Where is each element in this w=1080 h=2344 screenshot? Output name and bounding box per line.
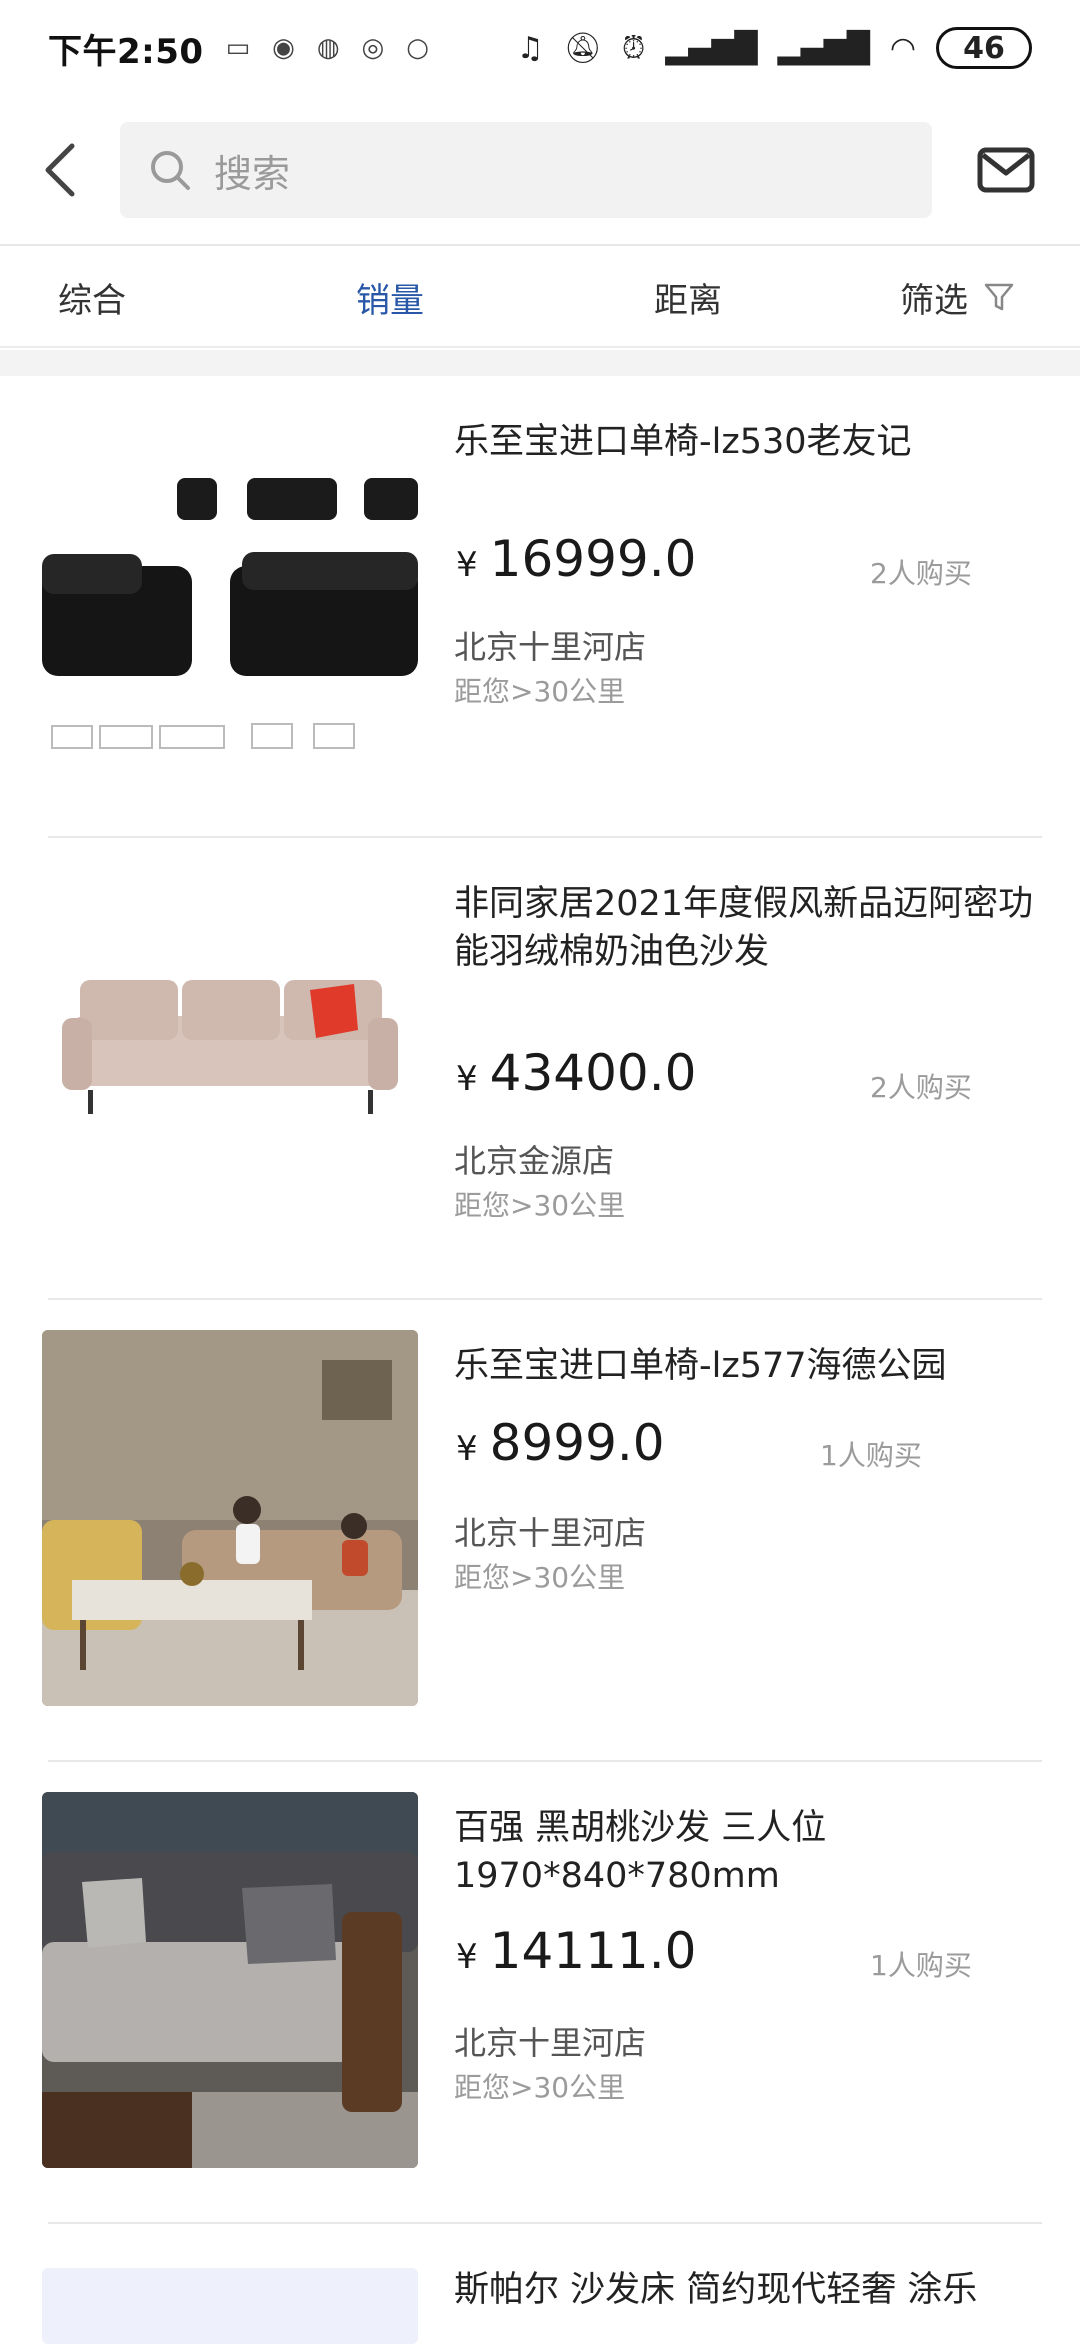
sold-count: 2人购买 <box>870 557 972 590</box>
notification-icon: ◍ <box>316 33 340 63</box>
product-title: 乐至宝进口单椅-lz577海德公园 <box>454 1346 947 1386</box>
price-value: 8999.0 <box>489 1414 665 1472</box>
battery-icon: 46 <box>936 27 1032 69</box>
price-value: 16999.0 <box>489 530 697 588</box>
product-item[interactable]: 非同家居2021年度假风新品迈阿密功能羽绒棉奶油色沙发 ¥ 43400.0 2人… <box>0 838 1080 1300</box>
wifi-icon: ◠ <box>889 30 916 66</box>
product-item[interactable]: 乐至宝进口单椅-lz577海德公园 ¥ 8999.0 1人购买 北京十里河店 距… <box>0 1300 1080 1762</box>
search-placeholder: 搜索 <box>214 151 291 196</box>
product-image <box>42 406 418 782</box>
notification-icon: ◉ <box>272 33 295 63</box>
currency-symbol: ¥ <box>456 1059 478 1099</box>
product-price: ¥ 43400.0 <box>456 1044 696 1102</box>
signal-icon: ▂▄▆█ <box>665 30 758 66</box>
currency-symbol: ¥ <box>456 1937 478 1977</box>
status-bar: 下午2:50 ▭ ◉ ◍ ◎ ○ ♫ 🔕︎ ⏰︎ ▂▄▆█ ▂▄▆█ ◠ 46 <box>0 0 1080 96</box>
tab-label: 销量 <box>356 280 424 321</box>
messages-button[interactable] <box>932 95 1080 245</box>
product-price: ¥ 8999.0 <box>456 1414 665 1472</box>
mail-icon <box>977 147 1035 193</box>
sold-count: 2人购买 <box>870 1071 972 1104</box>
price-value: 43400.0 <box>489 1044 697 1102</box>
tab-sales[interactable]: 销量 <box>356 273 424 322</box>
notification-icon: ◎ <box>361 33 385 63</box>
battery-level: 46 <box>963 30 1005 66</box>
store-name: 北京十里河店 <box>454 628 647 666</box>
tab-label: 综合 <box>58 280 126 321</box>
mute-icon: 🔕︎ <box>563 30 602 66</box>
store-distance: 距您>30公里 <box>454 1561 626 1594</box>
product-image <box>42 1792 418 2168</box>
tab-label: 筛选 <box>900 280 968 321</box>
notification-icon: ○ <box>406 33 429 63</box>
product-image <box>42 2268 418 2344</box>
store-name: 北京十里河店 <box>454 1514 647 1552</box>
back-arrow-icon <box>45 143 75 197</box>
product-title: 乐至宝进口单椅-lz530老友记 <box>454 422 912 462</box>
back-button[interactable] <box>0 95 120 245</box>
tab-distance[interactable]: 距离 <box>654 273 722 322</box>
status-time: 下午2:50 <box>48 31 204 72</box>
tab-filter[interactable]: 筛选 <box>900 273 1016 322</box>
system-icons: ♫ 🔕︎ ⏰︎ ▂▄▆█ ▂▄▆█ ◠ 46 <box>517 27 1032 69</box>
store-name: 北京十里河店 <box>454 2024 647 2062</box>
notification-icons: ▭ ◉ ◍ ◎ ○ <box>226 33 429 63</box>
store-name: 北京金源店 <box>454 1142 615 1180</box>
product-price: ¥ 14111.0 <box>456 1922 696 1980</box>
sold-count: 1人购买 <box>870 1949 972 1982</box>
currency-symbol: ¥ <box>456 1429 478 1469</box>
signal-hd-icon: ▂▄▆█ <box>777 30 870 66</box>
product-title: 百强 黑胡桃沙发 三人位 1970*840*780mm <box>454 1808 827 1896</box>
filter-icon <box>984 283 1014 311</box>
product-title: 非同家居2021年度假风新品迈阿密功能羽绒棉奶油色沙发 <box>454 884 1034 972</box>
product-item[interactable]: 百强 黑胡桃沙发 三人位 1970*840*780mm ¥ 14111.0 1人… <box>0 1762 1080 2224</box>
product-image <box>42 1330 418 1706</box>
product-title: 斯帕尔 沙发床 简约现代轻奢 涂乐 <box>454 2270 978 2310</box>
sort-tabs: 综合 销量 距离 筛选 <box>0 248 1080 348</box>
notification-icon: ▭ <box>225 33 251 63</box>
price-value: 14111.0 <box>489 1922 697 1980</box>
sold-count: 1人购买 <box>820 1439 922 1472</box>
store-distance: 距您>30公里 <box>454 1189 626 1222</box>
store-distance: 距您>30公里 <box>454 675 626 708</box>
headphones-icon: ♫ <box>516 30 544 66</box>
search-input[interactable]: 搜索 <box>120 122 932 218</box>
alarm-icon: ⏰︎ <box>621 30 646 66</box>
product-list: 乐至宝进口单椅-lz530老友记 ¥ 16999.0 2人购买 北京十里河店 距… <box>0 376 1080 2344</box>
product-price: ¥ 16999.0 <box>456 530 696 588</box>
search-header: 搜索 <box>0 96 1080 246</box>
tab-label: 距离 <box>654 280 722 321</box>
product-item[interactable]: 斯帕尔 沙发床 简约现代轻奢 涂乐 <box>0 2224 1080 2344</box>
store-distance: 距您>30公里 <box>454 2071 626 2104</box>
currency-symbol: ¥ <box>456 545 478 585</box>
product-image <box>42 868 418 1244</box>
list-gap <box>0 350 1080 376</box>
tab-comprehensive[interactable]: 综合 <box>58 273 126 322</box>
product-item[interactable]: 乐至宝进口单椅-lz530老友记 ¥ 16999.0 2人购买 北京十里河店 距… <box>0 376 1080 838</box>
search-icon <box>151 151 190 190</box>
